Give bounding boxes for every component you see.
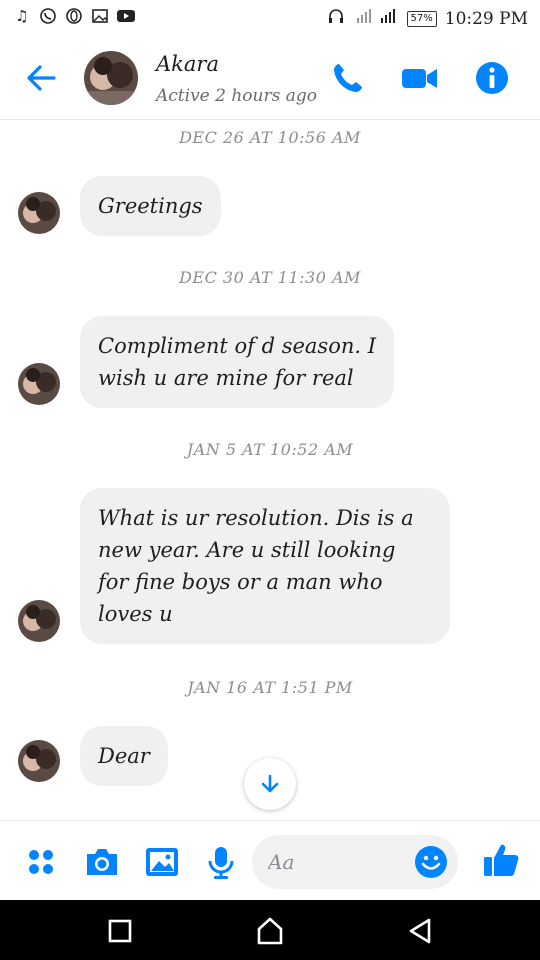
clock: 10:29 PM (444, 8, 528, 29)
status-bar: ♫ 57% 10:29 PM (0, 0, 540, 36)
message-thread[interactable]: DEC 26 AT 10:56 AM Greetings DEC 30 AT 1… (0, 120, 540, 820)
like-button[interactable] (482, 841, 519, 876)
message-timestamp: JAN 5 AT 10:52 AM (186, 440, 354, 459)
sender-avatar[interactable] (18, 740, 60, 782)
conversation-header: Akara Active 2 hours ago (0, 36, 540, 120)
message-line: Greetings (98, 194, 203, 218)
message-bubble[interactable]: Compliment of d season. I wish u are min… (80, 316, 395, 408)
message-line: new year. Are u still looking (98, 538, 396, 562)
video-camera-icon (402, 69, 437, 88)
message-timestamp: JAN 16 AT 1:51 PM (187, 678, 353, 697)
message-line: loves u (98, 602, 173, 626)
more-actions-button[interactable] (24, 845, 58, 879)
message-composer (0, 820, 540, 900)
triangle-back-icon (409, 918, 431, 944)
contact-name[interactable]: Akara (156, 52, 219, 76)
emoji-button[interactable] (414, 845, 448, 879)
headset-icon (327, 7, 345, 30)
square-icon (108, 919, 132, 943)
recents-button[interactable] (103, 914, 137, 948)
back-arrow-icon (27, 65, 56, 91)
active-status: Active 2 hours ago (156, 86, 317, 106)
message-input[interactable] (268, 843, 408, 881)
phone-icon (334, 64, 362, 92)
emoji-icon (415, 846, 447, 878)
message-bubble[interactable]: Dear (80, 726, 168, 786)
video-call-button[interactable] (400, 60, 437, 96)
microphone-icon (208, 847, 234, 879)
info-icon (476, 62, 508, 94)
camera-icon (87, 849, 117, 875)
message-line: wish u are mine for real (98, 366, 354, 390)
sender-avatar[interactable] (18, 192, 60, 234)
sender-avatar[interactable] (18, 600, 60, 642)
arrow-down-icon (261, 774, 279, 793)
notification-icons: ♫ (12, 6, 136, 26)
contact-avatar[interactable] (84, 51, 138, 105)
opera-icon (64, 6, 84, 26)
grid-dots-icon (29, 850, 53, 874)
info-button[interactable] (474, 60, 510, 96)
thumbs-up-icon (484, 844, 519, 876)
message-line: What is ur resolution. Dis is a (98, 506, 414, 530)
sender-avatar[interactable] (18, 363, 60, 405)
camera-button[interactable] (84, 845, 118, 879)
home-icon (257, 917, 283, 945)
message-line: Dear (98, 744, 150, 768)
voice-call-button[interactable] (330, 60, 366, 96)
gallery-icon (90, 6, 110, 26)
message-bubble[interactable]: What is ur resolution. Dis is a new year… (80, 488, 450, 644)
voice-message-button[interactable] (204, 845, 238, 879)
message-timestamp: DEC 30 AT 11:30 AM (179, 268, 361, 287)
battery-level: 57% (406, 10, 437, 27)
message-line: Compliment of d season. I (98, 334, 377, 358)
message-bubble[interactable]: Greetings (80, 176, 221, 236)
youtube-icon (116, 6, 136, 26)
message-input-wrapper[interactable] (252, 835, 458, 889)
home-button[interactable] (253, 914, 287, 948)
scroll-to-bottom-button[interactable] (244, 758, 296, 810)
music-icon: ♫ (15, 7, 29, 25)
signal-icon (353, 8, 399, 29)
back-nav-button[interactable] (403, 914, 437, 948)
status-right: 57% 10:29 PM (327, 7, 528, 30)
gallery-button[interactable] (144, 845, 178, 879)
whatsapp-icon (38, 6, 58, 26)
system-navigation-bar (0, 900, 540, 960)
back-button[interactable] (22, 58, 62, 98)
message-line: for fine boys or a man who (98, 570, 383, 594)
message-timestamp: DEC 26 AT 10:56 AM (179, 128, 361, 147)
image-icon (146, 848, 178, 876)
